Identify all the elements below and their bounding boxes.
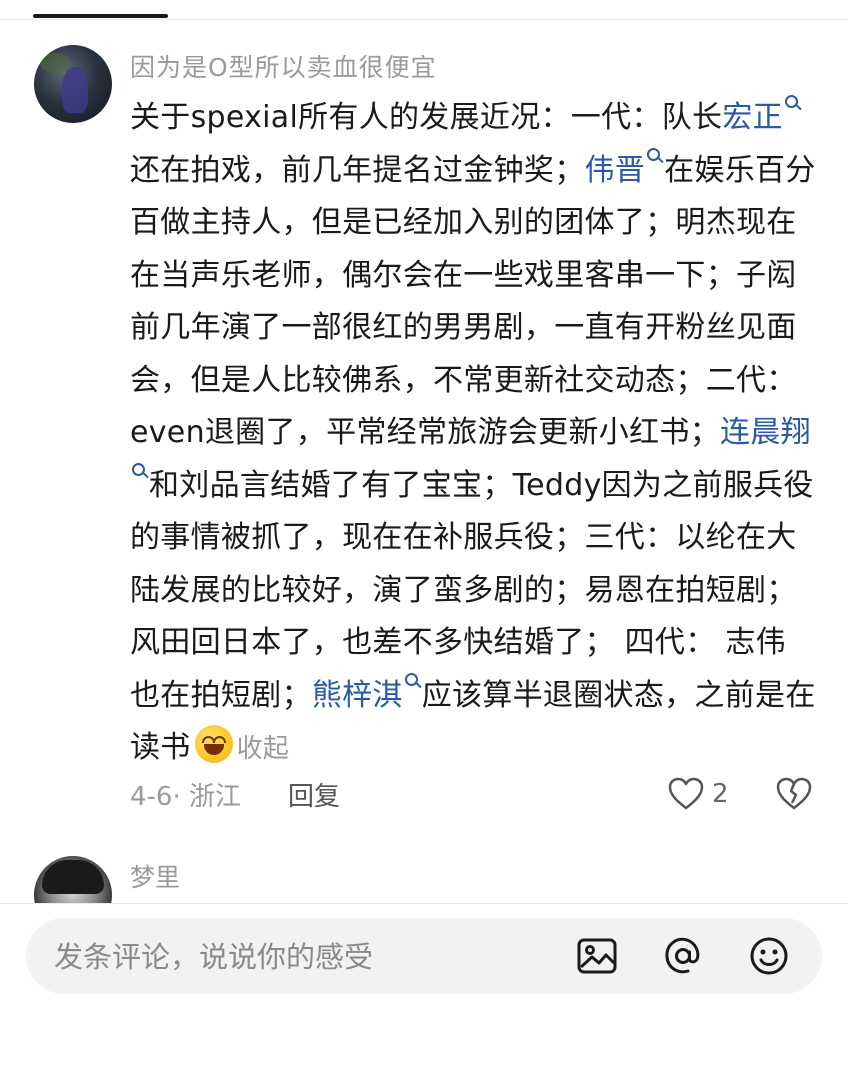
search-link-lianchenxiang[interactable]: 连晨翔	[720, 415, 811, 450]
comment-body: 关于spexial所有人的发展近况：一代：队长宏正还在拍戏，前几年提名过金钟奖；…	[130, 92, 816, 776]
broken-heart-icon[interactable]	[776, 776, 812, 812]
smile-emoji-icon	[194, 725, 233, 763]
like-button[interactable]: 2	[668, 776, 729, 812]
avatar[interactable]	[34, 45, 112, 123]
search-icon[interactable]	[784, 95, 800, 113]
top-bar	[0, 0, 848, 20]
search-icon[interactable]	[132, 462, 147, 481]
collapse-button[interactable]: 收起	[237, 734, 290, 764]
search-icon[interactable]	[404, 672, 420, 691]
comment-text-segment: 还在拍戏，前几年提名过金钟奖；	[130, 152, 585, 188]
search-link-xiongziqi[interactable]: 熊梓淇	[312, 678, 403, 713]
search-link-weijin[interactable]: 伟晋	[585, 153, 646, 188]
comment-text-segment: 关于spexial所有人的发展近况：一代：队长	[130, 100, 723, 135]
comment-item: 因为是O型所以卖血很便宜 关于spexial所有人的发展近况：一代：队长宏正还在…	[0, 40, 848, 820]
image-icon[interactable]	[576, 935, 618, 977]
heart-icon	[668, 777, 704, 810]
emoji-icon[interactable]	[748, 935, 790, 977]
avatar[interactable]	[34, 856, 112, 905]
search-icon[interactable]	[647, 147, 662, 166]
active-tab-indicator	[33, 14, 168, 18]
comment-item: 梦里	[0, 850, 848, 905]
comment-text-segment: 和刘品言结婚了有了宝宝；Teddy因为之前服兵役的事情被抓了，现在在补服兵役；三…	[130, 467, 814, 713]
reply-button[interactable]: 回复	[288, 776, 340, 813]
comment-text-segment: 在娱乐百分百做主持人，但是已经加入别的团体了；明杰现在在当声乐老师，偶尔会在一些…	[130, 152, 816, 451]
like-count: 2	[712, 779, 729, 809]
comment-composer-bar	[0, 903, 848, 1081]
comment-input[interactable]	[52, 918, 556, 996]
divider	[0, 19, 848, 20]
comment-input-pill[interactable]	[26, 918, 822, 996]
at-icon[interactable]	[662, 935, 704, 977]
comment-username[interactable]: 梦里	[130, 858, 180, 894]
comment-meta: 4-6· 浙江	[130, 782, 241, 812]
search-link-hongzheng[interactable]: 宏正	[722, 100, 783, 135]
comment-username[interactable]: 因为是O型所以卖血很便宜	[130, 48, 437, 84]
